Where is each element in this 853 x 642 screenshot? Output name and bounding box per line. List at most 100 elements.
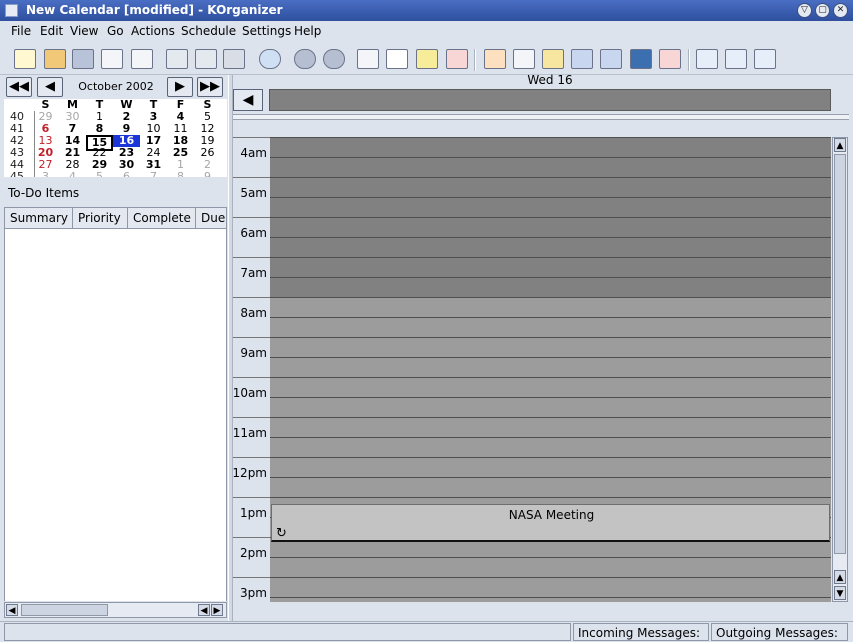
column-priority[interactable]: Priority [73,208,128,228]
week-view-icon[interactable] [600,47,624,71]
column-due[interactable]: Due [196,208,226,228]
cut-icon[interactable] [166,47,190,71]
week-number[interactable]: 45 [4,171,30,178]
scrollbar-thumb[interactable] [21,604,108,616]
print-icon[interactable] [101,47,125,71]
scroll-left-arrow-icon[interactable]: ◀ [6,604,18,616]
paste-icon[interactable] [223,47,247,71]
hour-label-text: 6am [240,226,267,240]
scroll-up-arrow-icon[interactable]: ▲ [834,138,846,152]
hour-label-text: 11am [232,426,267,440]
menu-help[interactable]: Help [294,24,321,38]
scroll-up-arrow-icon[interactable]: ▲ [834,570,846,584]
time-slot[interactable] [270,257,831,277]
menu-schedule[interactable]: Schedule [181,24,236,38]
calendar-day[interactable]: 6 [113,171,140,178]
scroll-right-arrow-icon[interactable]: ▶ [211,604,223,616]
time-slot[interactable] [270,277,831,297]
go-back-icon[interactable] [754,47,778,71]
todo-list[interactable] [4,229,227,601]
scroll-left-arrow-icon[interactable]: ◀ [198,604,210,616]
new-todo-icon[interactable] [446,47,470,71]
menu-edit[interactable]: Edit [40,24,63,38]
import-icon[interactable] [357,47,381,71]
go-right-icon[interactable] [725,47,749,71]
time-slot[interactable] [270,217,831,237]
forward-icon[interactable] [323,47,347,71]
time-slot[interactable] [270,237,831,257]
work-week-icon[interactable] [571,47,595,71]
time-slot[interactable] [270,197,831,217]
menu-go[interactable]: Go [107,24,124,38]
hour-label: 2pm [233,537,270,577]
next-month-button[interactable]: ▶ [167,77,193,97]
menu-settings[interactable]: Settings [242,24,291,38]
time-slot[interactable] [270,297,831,317]
go-up-icon[interactable] [696,47,720,71]
new-icon[interactable] [14,47,38,71]
agenda-vertical-scrollbar[interactable]: ▲ ▲ ▼ [832,137,848,602]
time-slot[interactable] [270,317,831,337]
print-preview-icon[interactable] [131,47,155,71]
time-slot[interactable] [270,157,831,177]
all-day-splitter[interactable] [233,114,849,120]
find-icon[interactable] [259,47,283,71]
calendar-day[interactable]: 9 [194,171,221,178]
event-nasa-meeting[interactable]: NASA Meeting ↻ [271,504,830,542]
day-view-icon[interactable] [542,47,566,71]
time-slot[interactable] [270,477,831,497]
menu-actions[interactable]: Actions [131,24,175,38]
time-labels: 4am 5am 6am 7am 8am 9am 10am 11am 12pm 1pm 2pm 3pm [232,137,270,602]
time-slot[interactable] [270,397,831,417]
column-complete[interactable]: Complete [128,208,196,228]
time-slot[interactable] [270,597,831,602]
todo-horizontal-scrollbar[interactable]: ◀ ◀ ▶ [4,602,227,618]
whats-next-icon[interactable] [484,47,508,71]
back-icon[interactable] [294,47,318,71]
prev-month-button[interactable]: ◀ [37,77,63,97]
next-year-button[interactable]: ▶▶ [197,77,223,97]
day-header[interactable]: Wed 16 [270,73,830,87]
expand-all-day-button[interactable]: ◀ [233,89,263,111]
calendar-day[interactable]: 5 [86,171,113,178]
menubar: File Edit View Go Actions Schedule Setti… [0,21,853,42]
hour-label-text: 3pm [240,586,267,600]
close-button[interactable]: ✕ [833,3,848,18]
month-view-icon[interactable] [630,47,654,71]
time-slot[interactable] [270,137,831,157]
list-view-icon[interactable] [513,47,537,71]
calendar-day[interactable]: 7 [140,171,167,178]
time-slot[interactable] [270,357,831,377]
calendar-day[interactable]: 4 [59,171,86,178]
calendar-day[interactable]: 3 [32,171,59,178]
app-icon[interactable] [5,4,18,17]
time-slot[interactable] [270,557,831,577]
maximize-button[interactable]: ▢ [815,3,830,18]
copy-icon[interactable] [195,47,219,71]
menu-view[interactable]: View [70,24,98,38]
mail-icon[interactable] [386,47,410,71]
scrollbar-thumb[interactable] [834,154,846,554]
calendar-day[interactable]: 8 [86,123,113,135]
calendar-day[interactable]: 8 [167,171,194,178]
all-day-events-area[interactable] [269,89,831,111]
time-slot[interactable] [270,337,831,357]
prev-year-button[interactable]: ◀◀ [6,77,32,97]
open-icon[interactable] [44,47,68,71]
time-slot[interactable] [270,457,831,477]
scroll-down-arrow-icon[interactable]: ▼ [834,586,846,600]
agenda-grid[interactable]: NASA Meeting ↻ [270,137,831,602]
menu-file[interactable]: File [11,24,31,38]
time-slot[interactable] [270,437,831,457]
time-slot[interactable] [270,177,831,197]
minimize-button[interactable]: ▽ [797,3,812,18]
time-slot[interactable] [270,577,831,597]
save-icon[interactable] [72,47,96,71]
todo-view-icon[interactable] [659,47,683,71]
column-summary[interactable]: Summary [5,208,73,228]
new-event-icon[interactable] [416,47,440,71]
time-slot[interactable] [270,417,831,437]
time-slot[interactable] [270,377,831,397]
date-navigator[interactable]: S M T W T F S 40 29 30 1 2 3 4 5 41 6 7 8 9 10 11 12 42 1… [4,99,227,177]
hour-label: 12pm [232,457,270,497]
